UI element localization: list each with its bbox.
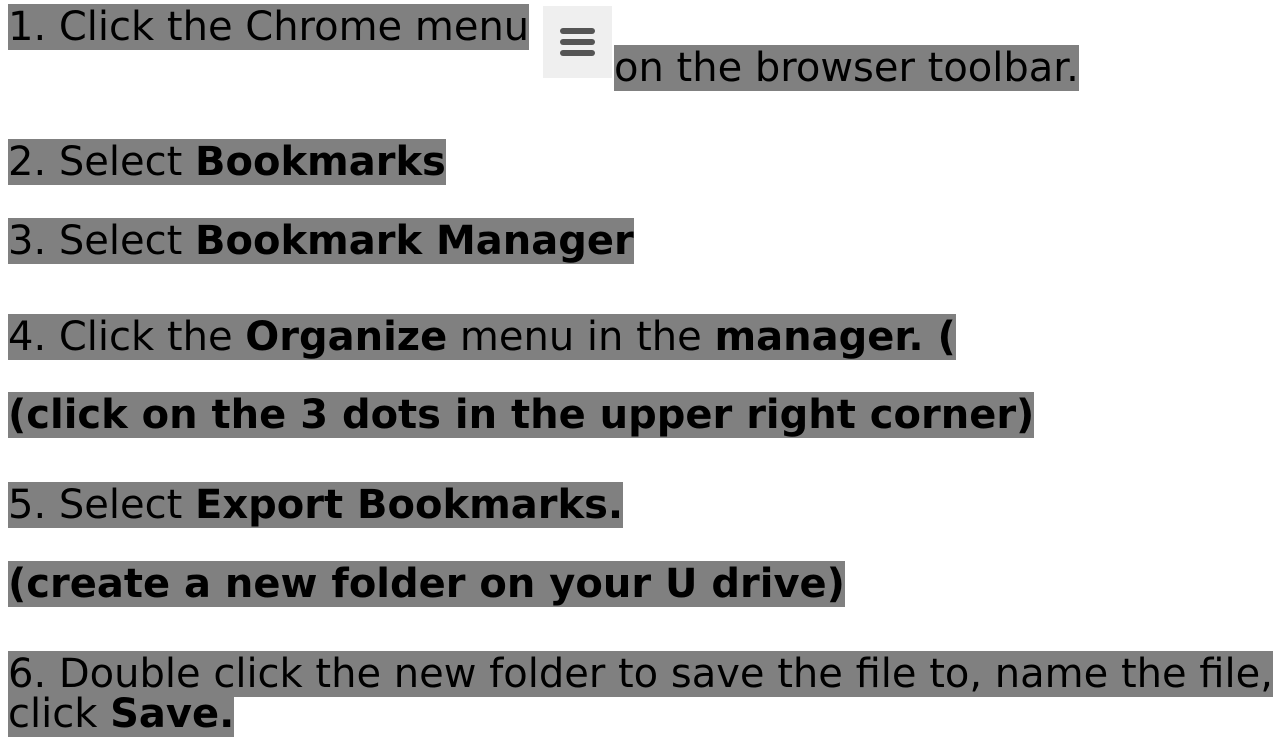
step-5-note-text: (create a new folder on your U drive) [8, 561, 845, 607]
step-4-prefix: 4. Click the [8, 314, 246, 360]
step-2-bold: Bookmarks [195, 139, 446, 185]
step-3-prefix: 3. Select [8, 218, 195, 264]
step-6-bold: Save. [110, 691, 235, 737]
step-3: 3. Select Bookmark Manager [8, 218, 634, 264]
step-3-bold: Bookmark Manager [195, 218, 634, 264]
step-4-note: (click on the 3 dots in the upper right … [8, 392, 1035, 438]
step-4-bold-organize: Organize [245, 314, 448, 360]
step-1-text: 1. Click the Chrome menu [8, 4, 530, 50]
step-4-middle: menu in the [447, 314, 715, 360]
step-6: 6. Double click the new folder to save t… [8, 651, 1280, 737]
step-5-note: (create a new folder on your U drive) [8, 561, 845, 607]
step-2-prefix: 2. Select [8, 139, 195, 185]
step-4-bold-manager: manager. ( [714, 314, 956, 360]
step-2: 2. Select Bookmarks [8, 139, 446, 185]
chrome-menu-icon-button [543, 6, 612, 78]
step-1-label-continued: on the browser toolbar. [614, 45, 1079, 91]
step-1-text-continued: on the browser toolbar. [614, 45, 1079, 91]
step-5-bold: Export Bookmarks. [195, 482, 624, 528]
hamburger-menu-icon [560, 28, 595, 56]
step-1-label: 1. Click the Chrome menu [8, 4, 530, 50]
step-5: 5. Select Export Bookmarks. [8, 482, 624, 528]
step-4: 4. Click the Organize menu in the manage… [8, 314, 956, 360]
step-4-note-text: (click on the 3 dots in the upper right … [8, 392, 1035, 438]
step-5-prefix: 5. Select [8, 482, 195, 528]
